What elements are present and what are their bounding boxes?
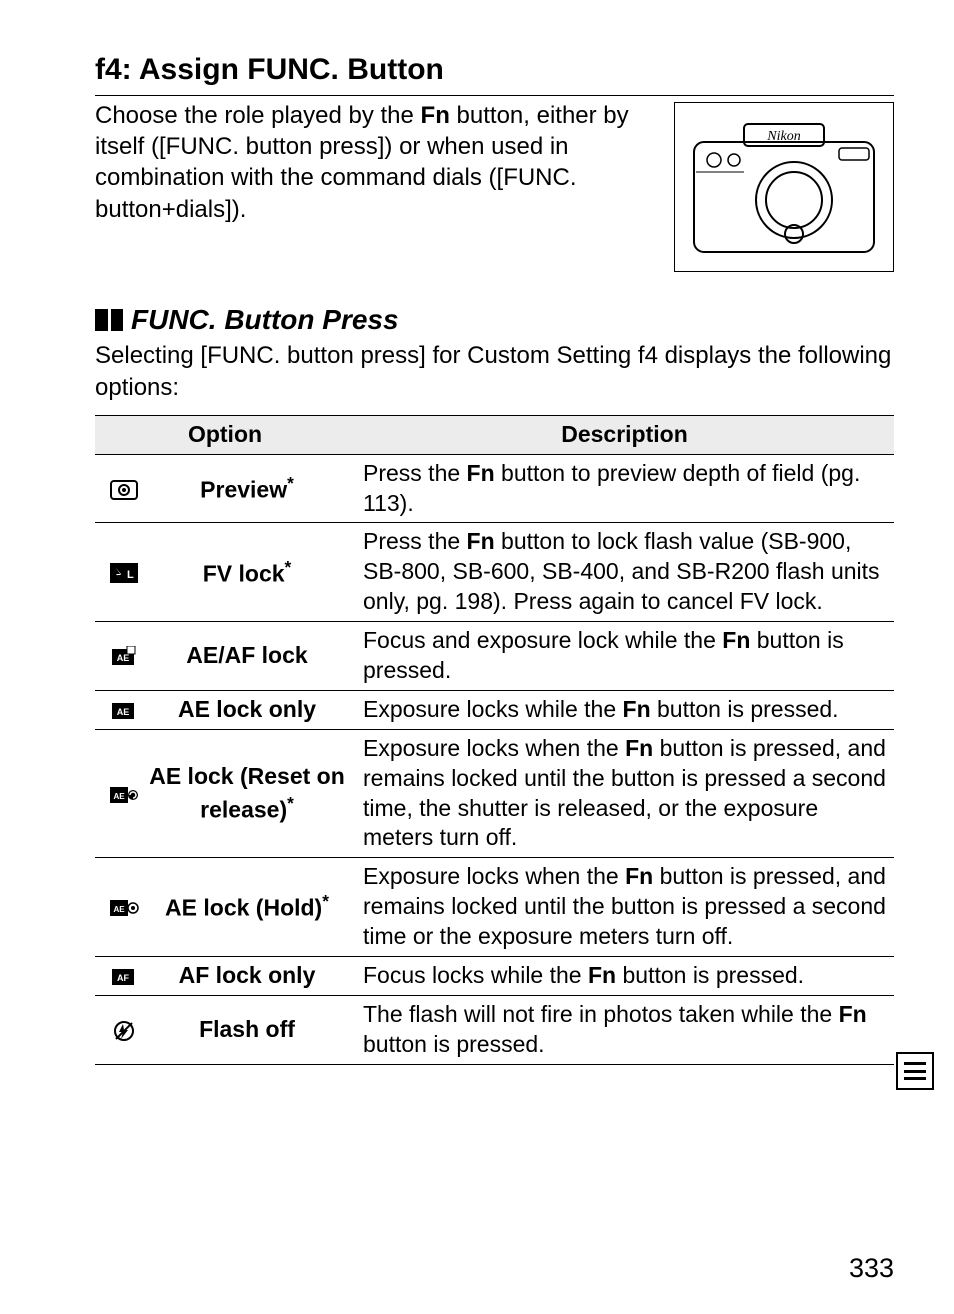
camera-icon: Nikon bbox=[684, 112, 884, 262]
svg-text:AF: AF bbox=[117, 973, 129, 983]
option-description: Press the Fn button to preview depth of … bbox=[355, 454, 894, 523]
option-label: AE lock only bbox=[145, 690, 355, 729]
options-table: Option Description Preview*Press the Fn … bbox=[95, 415, 894, 1065]
heading-rule bbox=[95, 95, 894, 96]
camera-illustration: Nikon bbox=[674, 102, 894, 272]
table-row: AF AF lock onlyFocus locks while the Fn b… bbox=[95, 957, 894, 996]
option-description: Focus locks while the Fn button is press… bbox=[355, 957, 894, 996]
subhead-text: FUNC. Button Press bbox=[131, 302, 399, 338]
aehold-icon: AE bbox=[95, 858, 145, 957]
asterisk: * bbox=[287, 473, 294, 493]
page-heading: f4: Assign FUNC. Button bbox=[95, 50, 894, 91]
option-label: Flash off bbox=[145, 995, 355, 1064]
option-description: Exposure locks when the Fn button is pre… bbox=[355, 858, 894, 957]
aereset-icon: AE bbox=[95, 729, 145, 858]
ae-icon: AE bbox=[95, 690, 145, 729]
asterisk: * bbox=[287, 793, 294, 813]
subsection-heading: FUNC. Button Press bbox=[95, 302, 894, 338]
option-label: FV lock* bbox=[145, 523, 355, 622]
option-description: Exposure locks while the Fn button is pr… bbox=[355, 690, 894, 729]
svg-text:AE: AE bbox=[113, 792, 125, 801]
option-label: AE/AF lock bbox=[145, 622, 355, 691]
fn-text: Fn bbox=[421, 102, 450, 129]
option-description: The flash will not fire in photos taken … bbox=[355, 995, 894, 1064]
menu-tab-icon bbox=[896, 1052, 934, 1090]
col-header-option: Option bbox=[95, 415, 355, 454]
intro-pre: Choose the role played by the bbox=[95, 102, 421, 129]
option-label: AF lock only bbox=[145, 957, 355, 996]
table-row: L FV lock*Press the Fn button to lock fla… bbox=[95, 523, 894, 622]
option-label: AE lock (Hold)* bbox=[145, 858, 355, 957]
option-description: Exposure locks when the Fn button is pre… bbox=[355, 729, 894, 858]
double-bar-icon bbox=[95, 309, 123, 331]
table-row: Preview*Press the Fn button to preview d… bbox=[95, 454, 894, 523]
aeaf-icon: AE bbox=[95, 622, 145, 691]
asterisk: * bbox=[322, 891, 329, 911]
af-icon: AF bbox=[95, 957, 145, 996]
col-header-description: Description bbox=[355, 415, 894, 454]
table-row: AE AE lock (Reset on release)*Exposure lo… bbox=[95, 729, 894, 858]
table-row: AE AE lock (Hold)*Exposure locks when the… bbox=[95, 858, 894, 957]
svg-text:Nikon: Nikon bbox=[766, 129, 800, 144]
svg-text:AE: AE bbox=[113, 905, 125, 914]
asterisk: * bbox=[285, 557, 292, 577]
svg-text:AE: AE bbox=[117, 707, 130, 717]
intro-paragraph: Choose the role played by the Fn button,… bbox=[95, 100, 654, 225]
table-row: AE AE lock onlyExposure locks while the F… bbox=[95, 690, 894, 729]
option-description: Focus and exposure lock while the Fn but… bbox=[355, 622, 894, 691]
svg-text:L: L bbox=[127, 569, 134, 581]
table-row: AEAE/AF lockFocus and exposure lock whil… bbox=[95, 622, 894, 691]
option-label: AE lock (Reset on release)* bbox=[145, 729, 355, 858]
fvlock-icon: L bbox=[95, 523, 145, 622]
subhead-description: Selecting [FUNC. button press] for Custo… bbox=[95, 340, 894, 402]
option-description: Press the Fn button to lock flash value … bbox=[355, 523, 894, 622]
table-row: Flash offThe flash will not fire in phot… bbox=[95, 995, 894, 1064]
option-label: Preview* bbox=[145, 454, 355, 523]
flashoff-icon bbox=[95, 995, 145, 1064]
preview-icon bbox=[95, 454, 145, 523]
page-number: 333 bbox=[849, 1251, 894, 1286]
